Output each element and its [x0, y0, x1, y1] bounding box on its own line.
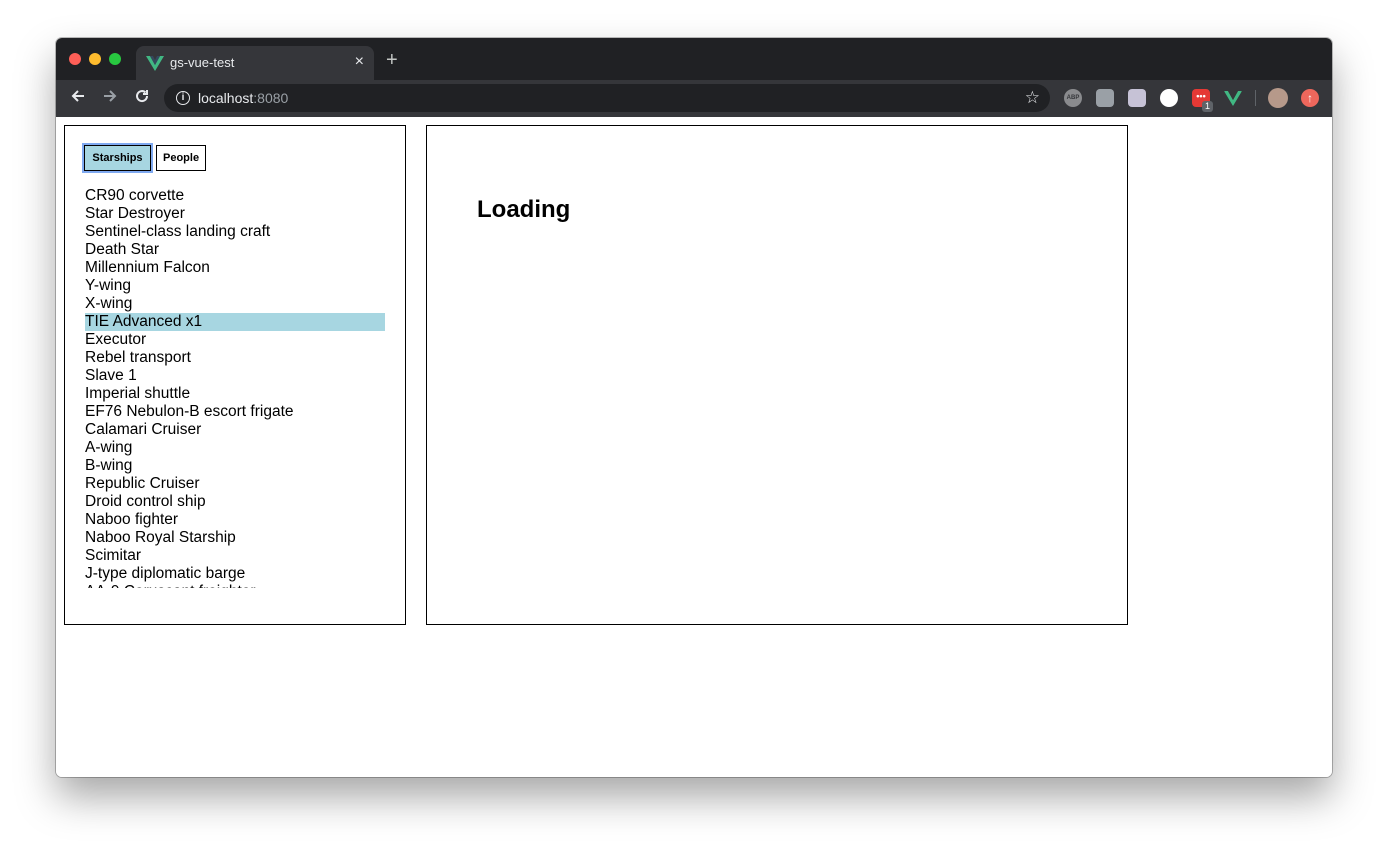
tab-people[interactable]: People [156, 145, 206, 171]
loading-text: Loading [477, 196, 571, 223]
adblock-extension-icon[interactable]: ABP [1064, 89, 1082, 107]
browser-toolbar: i localhost:8080 ☆ ABP ••• 1 ↑ [56, 80, 1332, 117]
browser-tab[interactable]: gs-vue-test × [136, 46, 374, 80]
list-item[interactable]: Star Destroyer [85, 205, 385, 223]
forward-arrow-icon[interactable] [99, 88, 121, 108]
profile-avatar[interactable] [1268, 88, 1288, 108]
address-bar[interactable]: i localhost:8080 ☆ [164, 84, 1050, 112]
list-item[interactable]: A-wing [85, 439, 385, 457]
list-item[interactable]: Millennium Falcon [85, 259, 385, 277]
list-item[interactable]: Slave 1 [85, 367, 385, 385]
url-port: :8080 [253, 90, 289, 106]
list-item[interactable]: Executor [85, 331, 385, 349]
list-item[interactable]: Republic Cruiser [85, 475, 385, 493]
list-item[interactable]: Naboo Royal Starship [85, 529, 385, 547]
toolbar-divider [1255, 90, 1256, 106]
list-item[interactable]: Sentinel-class landing craft [85, 223, 385, 241]
minimize-window-button[interactable] [89, 53, 101, 65]
list-item[interactable]: Death Star [85, 241, 385, 259]
list-item[interactable]: Naboo fighter [85, 511, 385, 529]
extension-icon[interactable] [1096, 89, 1114, 107]
tab-close-icon[interactable]: × [355, 53, 364, 71]
info-icon[interactable]: i [176, 91, 190, 105]
tab-starships[interactable]: Starships [82, 143, 153, 173]
page-content: Starships People CR90 corvette Star Destr… [56, 117, 1332, 777]
close-window-button[interactable] [69, 53, 81, 65]
list-item[interactable]: AA-9 Coruscant freighter [85, 583, 385, 588]
github-icon[interactable] [1160, 89, 1178, 107]
back-arrow-icon[interactable] [67, 88, 89, 108]
list-item[interactable]: CR90 corvette [85, 187, 385, 205]
browser-window: gs-vue-test × + i localhost:8080 ☆ ABP •… [56, 38, 1332, 777]
vue-logo-icon [146, 56, 164, 71]
list-item[interactable]: Y-wing [85, 277, 385, 295]
list-item[interactable]: Rebel transport [85, 349, 385, 367]
list-item[interactable]: Imperial shuttle [85, 385, 385, 403]
list-item[interactable]: EF76 Nebulon-B escort frigate [85, 403, 385, 421]
list-item[interactable]: TIE Advanced x1 [85, 313, 385, 331]
bookmark-star-icon[interactable]: ☆ [1025, 88, 1040, 108]
list-panel: Starships People CR90 corvette Star Destr… [64, 125, 406, 625]
list-item[interactable]: Scimitar [85, 547, 385, 565]
url-text[interactable]: localhost:8080 [198, 90, 288, 106]
list-item[interactable]: Droid control ship [85, 493, 385, 511]
extension-badge: 1 [1202, 101, 1214, 112]
list-item[interactable]: X-wing [85, 295, 385, 313]
new-tab-button[interactable]: + [386, 50, 398, 70]
vue-devtools-icon[interactable] [1224, 89, 1242, 107]
starship-list[interactable]: CR90 corvette Star Destroyer Sentinel-clas… [85, 187, 385, 588]
title-bar: gs-vue-test × + [56, 38, 1332, 80]
tab-title: gs-vue-test [170, 55, 235, 70]
detail-panel: Loading [426, 125, 1128, 625]
extension-icon[interactable] [1128, 89, 1146, 107]
update-icon[interactable]: ↑ [1301, 89, 1319, 107]
list-item[interactable]: B-wing [85, 457, 385, 475]
reload-icon[interactable] [131, 88, 153, 108]
url-host: localhost [198, 90, 254, 106]
maximize-window-button[interactable] [109, 53, 121, 65]
list-item[interactable]: J-type diplomatic barge [85, 565, 385, 583]
list-item[interactable]: Calamari Cruiser [85, 421, 385, 439]
